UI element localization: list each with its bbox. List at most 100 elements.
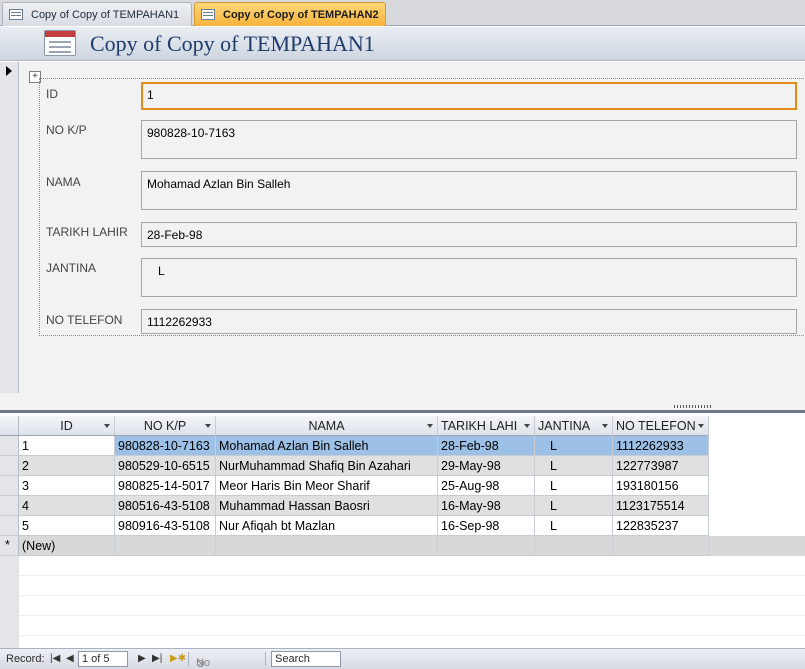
cell-jantina[interactable]: L — [535, 456, 613, 476]
cell-nama[interactable]: Muhammad Hassan Baosri — [216, 496, 438, 516]
datasheet: ID NO K/P NAMA TARIKH LAHI JANTINA NO TE… — [0, 416, 805, 648]
cell-id[interactable]: 2 — [19, 456, 115, 476]
label-nama: NAMA — [46, 175, 81, 189]
cell-id[interactable]: 4 — [19, 496, 115, 516]
column-dropdown-icon[interactable] — [524, 424, 530, 428]
new-record-icon[interactable]: ▶✱ — [170, 653, 186, 664]
new-record-marker-icon[interactable]: * — [0, 536, 19, 556]
empty-cell[interactable] — [535, 536, 613, 556]
empty-cell[interactable] — [613, 536, 709, 556]
first-record-icon[interactable]: |◀ — [50, 653, 60, 664]
column-header-jantina[interactable]: JANTINA — [535, 416, 613, 436]
tab-label: Copy of Copy of TEMPAHAN1 — [31, 8, 180, 21]
current-record-input[interactable]: 1 of 5 — [78, 651, 128, 667]
column-header-id[interactable]: ID — [19, 416, 115, 436]
cell-tarikh-lahir[interactable]: 28-Feb-98 — [438, 436, 535, 456]
row-selector[interactable] — [0, 456, 19, 476]
cell-nokp[interactable]: 980529-10-6515 — [115, 456, 216, 476]
jantina-field[interactable]: L — [141, 258, 797, 297]
row-selector[interactable] — [0, 516, 19, 536]
last-record-icon[interactable]: ▶| — [152, 653, 162, 664]
cell-nama[interactable]: Nur Afiqah bt Mazlan — [216, 516, 438, 536]
column-dropdown-icon[interactable] — [104, 424, 110, 428]
row-selector[interactable] — [0, 476, 19, 496]
tarikh-lahir-field[interactable]: 28-Feb-98 — [141, 222, 797, 247]
table-row[interactable]: 5 980916-43-5108 Nur Afiqah bt Mazlan 16… — [0, 516, 805, 536]
column-dropdown-icon[interactable] — [602, 424, 608, 428]
record-selector[interactable] — [0, 62, 19, 393]
cell-nokp[interactable]: 980516-43-5108 — [115, 496, 216, 516]
empty-cell[interactable] — [115, 536, 216, 556]
splitter-grip-icon[interactable] — [674, 405, 712, 408]
column-header-label: TARIKH LAHI — [441, 419, 518, 433]
table-row[interactable]: 2 980529-10-6515 NurMuhammad Shafiq Bin … — [0, 456, 805, 476]
record-label: Record: — [6, 653, 45, 665]
form-header-icon — [44, 30, 76, 56]
cell-no-telefon[interactable]: 1112262933 — [613, 436, 709, 456]
nokp-field[interactable]: 980828-10-7163 — [141, 120, 797, 159]
new-record-label[interactable]: (New) — [19, 536, 115, 556]
previous-record-icon[interactable]: ◀ — [66, 653, 74, 664]
cell-tarikh-lahir[interactable]: 29-May-98 — [438, 456, 535, 476]
cell-id[interactable]: 1 — [19, 436, 115, 456]
cell-no-telefon[interactable]: 122835237 — [613, 516, 709, 536]
label-id: ID — [46, 87, 58, 101]
cell-jantina[interactable]: L — [535, 476, 613, 496]
tab-tempahan2[interactable]: Copy of Copy of TEMPAHAN2 — [194, 2, 386, 26]
cell-no-telefon[interactable]: 193180156 — [613, 476, 709, 496]
no-filter-label: No Filter — [196, 657, 211, 669]
cell-id[interactable]: 5 — [19, 516, 115, 536]
cell-jantina[interactable]: L — [535, 436, 613, 456]
empty-cell — [709, 496, 805, 516]
label-tarikh-lahir: TARIKH LAHIR — [46, 225, 128, 239]
tab-tempahan1[interactable]: Copy of Copy of TEMPAHAN1 — [2, 2, 192, 26]
search-input[interactable]: Search — [271, 651, 341, 667]
next-record-icon[interactable]: ▶ — [138, 653, 146, 664]
label-jantina: JANTINA — [46, 261, 97, 275]
cell-no-telefon[interactable]: 122773987 — [613, 456, 709, 476]
new-record-row[interactable]: * (New) — [0, 536, 805, 556]
row-selector[interactable] — [0, 436, 19, 456]
row-selector[interactable] — [0, 496, 19, 516]
id-field[interactable]: 1 — [141, 82, 797, 110]
cell-tarikh-lahir[interactable]: 25-Aug-98 — [438, 476, 535, 496]
current-record-arrow-icon — [6, 66, 12, 76]
cell-nokp[interactable]: 980828-10-7163 — [115, 436, 216, 456]
column-header-nama[interactable]: NAMA — [216, 416, 438, 436]
table-row[interactable]: 3 980825-14-5017 Meor Haris Bin Meor Sha… — [0, 476, 805, 496]
cell-tarikh-lahir[interactable]: 16-May-98 — [438, 496, 535, 516]
column-header-tarikh-lahir[interactable]: TARIKH LAHI — [438, 416, 535, 436]
label-nokp: NO K/P — [46, 123, 87, 137]
tab-label: Copy of Copy of TEMPAHAN2 — [223, 8, 379, 21]
cell-nama[interactable]: Mohamad Azlan Bin Salleh — [216, 436, 438, 456]
cell-nama[interactable]: NurMuhammad Shafiq Bin Azahari — [216, 456, 438, 476]
table-row[interactable]: 4 980516-43-5108 Muhammad Hassan Baosri … — [0, 496, 805, 516]
select-all-corner[interactable] — [0, 416, 19, 436]
empty-cell — [709, 456, 805, 476]
document-tab-strip: Copy of Copy of TEMPAHAN1 Copy of Copy o… — [0, 0, 805, 26]
cell-no-telefon[interactable]: 1123175514 — [613, 496, 709, 516]
column-dropdown-icon[interactable] — [698, 424, 704, 428]
no-telefon-field[interactable]: 1112262933 — [141, 309, 797, 334]
cell-nokp[interactable]: 980825-14-5017 — [115, 476, 216, 496]
cell-nokp[interactable]: 980916-43-5108 — [115, 516, 216, 536]
column-header-no-telefon[interactable]: NO TELEFON — [613, 416, 709, 436]
form-icon — [201, 9, 215, 20]
table-row[interactable]: 1 980828-10-7163 Mohamad Azlan Bin Salle… — [0, 436, 805, 456]
cell-jantina[interactable]: L — [535, 516, 613, 536]
empty-cell[interactable] — [438, 536, 535, 556]
nama-field[interactable]: Mohamad Azlan Bin Salleh — [141, 171, 797, 210]
cell-nama[interactable]: Meor Haris Bin Meor Sharif — [216, 476, 438, 496]
empty-cell — [709, 476, 805, 496]
cell-id[interactable]: 3 — [19, 476, 115, 496]
column-dropdown-icon[interactable] — [205, 424, 211, 428]
cell-jantina[interactable]: L — [535, 496, 613, 516]
form-title: Copy of Copy of TEMPAHAN1 — [90, 31, 375, 56]
empty-cell[interactable] — [216, 536, 438, 556]
empty-cell — [709, 516, 805, 536]
cell-tarikh-lahir[interactable]: 16-Sep-98 — [438, 516, 535, 536]
split-form-splitter[interactable] — [0, 393, 805, 413]
column-dropdown-icon[interactable] — [427, 424, 433, 428]
column-header-nokp[interactable]: NO K/P — [115, 416, 216, 436]
column-header-label: NAMA — [308, 419, 345, 433]
